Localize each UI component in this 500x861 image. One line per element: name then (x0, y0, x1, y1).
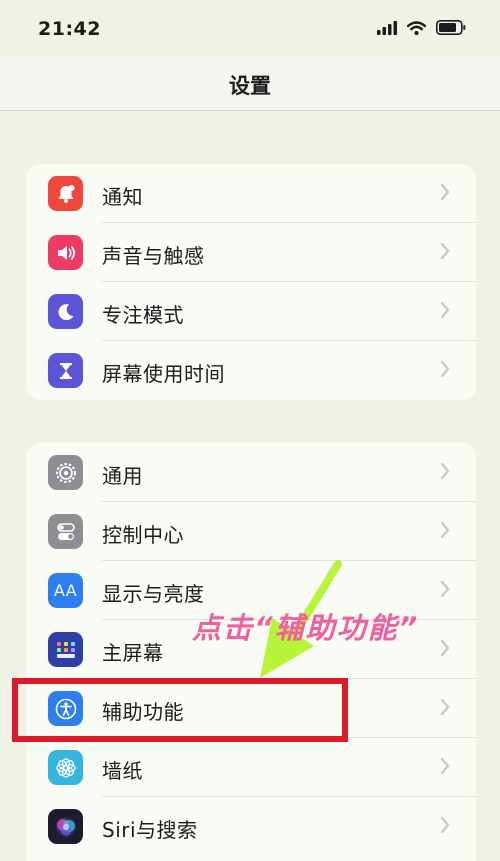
aa-icon: AA (48, 573, 83, 608)
chevron-right-icon (440, 521, 450, 539)
row-label: 通知 (102, 185, 143, 209)
chevron-right-icon (440, 816, 450, 834)
row-label: 屏幕使用时间 (102, 362, 225, 386)
hourglass-icon (48, 353, 83, 388)
chevron-right-icon (440, 757, 450, 775)
row-label: 墙纸 (102, 759, 143, 783)
flower-icon (48, 750, 83, 785)
row-control-center[interactable]: 控制中心 (26, 502, 476, 561)
chevron-right-icon (440, 360, 450, 378)
row-focus[interactable]: 专注模式 (26, 282, 476, 341)
toggles-icon (48, 514, 83, 549)
row-general[interactable]: 通用 (26, 443, 476, 502)
row-wallpaper[interactable]: 墙纸 (26, 738, 476, 797)
row-label: 通用 (102, 464, 143, 488)
annotation-text: 点击“辅助功能” (192, 611, 420, 645)
row-screen-time[interactable]: 屏幕使用时间 (26, 341, 476, 400)
row-label: Siri与搜索 (102, 818, 198, 842)
row-siri-search[interactable]: Siri与搜索 (26, 797, 476, 856)
row-sounds-haptics[interactable]: 声音与触感 (26, 223, 476, 282)
chevron-right-icon (440, 301, 450, 319)
home-grid-icon (48, 632, 83, 667)
chevron-right-icon (440, 462, 450, 480)
row-label: 控制中心 (102, 523, 184, 547)
status-bar: 21:42 (0, 0, 500, 56)
highlight-box (12, 678, 348, 742)
row-notifications[interactable]: 通知 (26, 164, 476, 223)
bell-icon (48, 176, 83, 211)
speaker-icon (48, 235, 83, 270)
wifi-icon (407, 20, 426, 35)
siri-icon (48, 809, 83, 844)
chevron-right-icon (440, 639, 450, 657)
cellular-signal-icon (377, 20, 397, 35)
gear-icon (48, 455, 83, 490)
status-time: 21:42 (38, 18, 101, 40)
status-icons (377, 20, 466, 35)
row-label: 显示与亮度 (102, 582, 205, 606)
settings-group-1: 通知 声音与触感 专注模式 屏幕使用时间 (26, 164, 476, 400)
nav-bar: 设置 (0, 56, 500, 111)
moon-icon (48, 294, 83, 329)
chevron-right-icon (440, 698, 450, 716)
page-title: 设置 (229, 74, 271, 98)
chevron-right-icon (440, 580, 450, 598)
row-label: 声音与触感 (102, 244, 205, 268)
chevron-right-icon (440, 183, 450, 201)
chevron-right-icon (440, 242, 450, 260)
aa-icon-text: AA (53, 581, 78, 600)
row-label: 专注模式 (102, 303, 184, 327)
row-label: 主屏幕 (102, 641, 164, 665)
battery-icon (436, 20, 466, 35)
